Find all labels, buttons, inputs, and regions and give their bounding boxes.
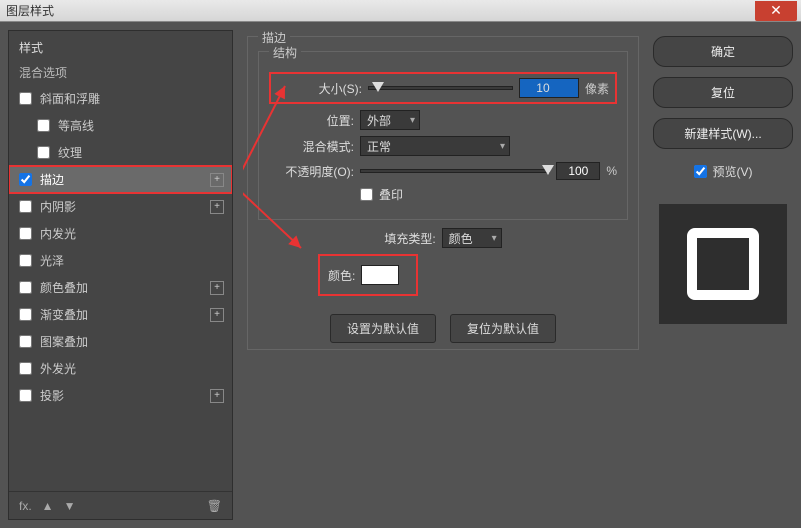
right-column: 确定 复位 新建样式(W)... 预览(V): [653, 30, 793, 520]
sidebar-item-checkbox[interactable]: [19, 335, 32, 348]
color-swatch[interactable]: [361, 265, 399, 285]
sidebar-item-checkbox[interactable]: [19, 308, 32, 321]
sidebar-item-checkbox[interactable]: [19, 200, 32, 213]
styles-sidebar: 样式 混合选项 斜面和浮雕等高线纹理描边 + 内阴影 + 内发光光泽颜色叠加 + 渐变叠加 +…: [8, 30, 233, 520]
sidebar-item-label: 内发光: [40, 225, 76, 242]
sidebar-item-0[interactable]: 斜面和浮雕: [9, 85, 232, 112]
sidebar-item-checkbox[interactable]: [19, 254, 32, 267]
sidebar-item-5[interactable]: 内发光: [9, 220, 232, 247]
trash-icon[interactable]: 🗑: [207, 499, 222, 513]
sidebar-item-10[interactable]: 外发光: [9, 355, 232, 382]
overprint-checkbox[interactable]: [360, 188, 373, 201]
position-label: 位置:: [269, 112, 354, 129]
preview-box: [659, 204, 787, 324]
position-select[interactable]: 外部: [360, 110, 420, 130]
size-label: 大小(S):: [277, 80, 362, 97]
sidebar-item-label: 投影: [40, 387, 64, 404]
sidebar-item-checkbox[interactable]: [19, 227, 32, 240]
sidebar-item-checkbox[interactable]: [19, 281, 32, 294]
blending-options[interactable]: 混合选项: [9, 60, 232, 85]
sidebar-item-9[interactable]: 图案叠加: [9, 328, 232, 355]
overprint-row: 叠印: [269, 186, 617, 203]
sidebar-item-2[interactable]: 纹理: [9, 139, 232, 166]
window-title: 图层样式: [0, 2, 54, 19]
size-slider[interactable]: [368, 86, 513, 90]
fill-type-row: 填充类型: 颜色: [258, 228, 628, 248]
opacity-unit: %: [606, 164, 617, 178]
sidebar-item-label: 图案叠加: [40, 333, 88, 350]
position-row: 位置: 外部: [269, 110, 617, 130]
sidebar-item-checkbox[interactable]: [19, 362, 32, 375]
sidebar-item-7[interactable]: 颜色叠加 +: [9, 274, 232, 301]
add-instance-icon[interactable]: +: [210, 173, 224, 187]
sidebar-item-label: 光泽: [40, 252, 64, 269]
sidebar-item-label: 纹理: [58, 144, 82, 161]
size-unit: 像素: [585, 80, 609, 97]
sidebar-item-checkbox[interactable]: [19, 389, 32, 402]
fx-icon[interactable]: fx.: [19, 499, 32, 513]
ok-button[interactable]: 确定: [653, 36, 793, 67]
sidebar-item-label: 描边: [40, 171, 64, 188]
opacity-label: 不透明度(O):: [269, 163, 354, 180]
structure-group: 结构 大小(S): 像素 位置: 外部 混合模式: 正常 不透明度(O):: [258, 51, 628, 220]
sidebar-item-label: 渐变叠加: [40, 306, 88, 323]
add-instance-icon[interactable]: +: [210, 281, 224, 295]
color-label: 颜色:: [328, 267, 355, 284]
sidebar-footer: fx. ▲ ▼ 🗑: [9, 491, 232, 519]
opacity-input[interactable]: [556, 162, 600, 180]
sidebar-item-label: 颜色叠加: [40, 279, 88, 296]
color-row: 颜色:: [318, 254, 418, 296]
sidebar-header: 样式: [9, 31, 232, 60]
blend-row: 混合模式: 正常: [269, 136, 617, 156]
cancel-button[interactable]: 复位: [653, 77, 793, 108]
sidebar-item-3[interactable]: 描边 +: [9, 166, 232, 193]
add-instance-icon[interactable]: +: [210, 200, 224, 214]
titlebar: 图层样式 ✕: [0, 0, 801, 22]
fill-type-select[interactable]: 颜色: [442, 228, 502, 248]
close-button[interactable]: ✕: [755, 1, 797, 21]
sidebar-item-1[interactable]: 等高线: [9, 112, 232, 139]
sidebar-item-6[interactable]: 光泽: [9, 247, 232, 274]
stroke-group: 描边 结构 大小(S): 像素 位置: 外部 混合模式: 正常: [247, 36, 639, 350]
up-icon[interactable]: ▲: [42, 499, 54, 513]
sidebar-item-checkbox[interactable]: [19, 92, 32, 105]
opacity-slider[interactable]: [360, 169, 550, 173]
stroke-panel: 描边 结构 大小(S): 像素 位置: 外部 混合模式: 正常: [243, 30, 643, 520]
sidebar-item-checkbox[interactable]: [37, 119, 50, 132]
preview-label: 预览(V): [713, 163, 753, 180]
add-instance-icon[interactable]: +: [210, 308, 224, 322]
sidebar-item-4[interactable]: 内阴影 +: [9, 193, 232, 220]
sidebar-item-8[interactable]: 渐变叠加 +: [9, 301, 232, 328]
sidebar-item-label: 等高线: [58, 117, 94, 134]
blend-label: 混合模式:: [269, 138, 354, 155]
reset-default-button[interactable]: 复位为默认值: [450, 314, 556, 343]
sidebar-item-11[interactable]: 投影 +: [9, 382, 232, 409]
down-icon[interactable]: ▼: [64, 499, 76, 513]
fill-type-label: 填充类型:: [384, 230, 435, 247]
sidebar-item-label: 斜面和浮雕: [40, 90, 100, 107]
sidebar-item-label: 内阴影: [40, 198, 76, 215]
opacity-row: 不透明度(O): %: [269, 162, 617, 180]
size-input[interactable]: [519, 78, 579, 98]
make-default-button[interactable]: 设置为默认值: [330, 314, 436, 343]
blend-select[interactable]: 正常: [360, 136, 510, 156]
overprint-label: 叠印: [379, 186, 403, 203]
preview-checkbox[interactable]: [694, 165, 707, 178]
sidebar-item-checkbox[interactable]: [37, 146, 50, 159]
size-row: 大小(S): 像素: [269, 72, 617, 104]
sidebar-item-label: 外发光: [40, 360, 76, 377]
structure-label: 结构: [269, 44, 301, 61]
new-style-button[interactable]: 新建样式(W)...: [653, 118, 793, 149]
add-instance-icon[interactable]: +: [210, 389, 224, 403]
preview-swatch: [687, 228, 759, 300]
sidebar-item-checkbox[interactable]: [19, 173, 32, 186]
